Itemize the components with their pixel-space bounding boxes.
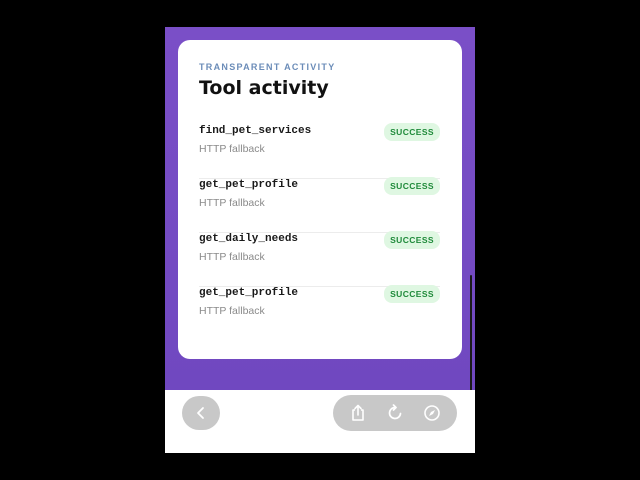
share-icon <box>350 404 366 422</box>
reload-icon <box>386 404 404 422</box>
tool-subtitle: HTTP fallback <box>199 305 265 317</box>
status-badge: SUCCESS <box>384 285 440 303</box>
toolbar-actions <box>333 395 457 431</box>
tool-activity-row: get_pet_profile HTTP fallback SUCCESS <box>199 285 440 341</box>
tool-activity-row: get_pet_profile HTTP fallback SUCCESS <box>199 177 440 233</box>
status-badge: SUCCESS <box>384 177 440 195</box>
reload-button[interactable] <box>381 399 409 427</box>
tool-activity-card: TRANSPARENT ACTIVITY Tool activity find_… <box>178 40 462 359</box>
card-eyebrow: TRANSPARENT ACTIVITY <box>199 62 336 72</box>
compass-icon <box>423 404 441 422</box>
tool-activity-list: find_pet_services HTTP fallback SUCCESS … <box>199 123 440 341</box>
browser-viewport: TRANSPARENT ACTIVITY Tool activity find_… <box>165 27 475 453</box>
tool-name: get_pet_profile <box>199 287 299 299</box>
compass-button[interactable] <box>418 399 446 427</box>
tool-name: find_pet_services <box>199 125 312 137</box>
tool-subtitle: HTTP fallback <box>199 251 265 263</box>
tool-subtitle: HTTP fallback <box>199 197 265 209</box>
status-badge: SUCCESS <box>384 231 440 249</box>
tool-subtitle: HTTP fallback <box>199 143 265 155</box>
browser-toolbar <box>165 390 475 453</box>
tool-activity-row: find_pet_services HTTP fallback SUCCESS <box>199 123 440 179</box>
back-button[interactable] <box>182 396 220 430</box>
card-title: Tool activity <box>199 77 329 99</box>
tool-name: get_pet_profile <box>199 179 299 191</box>
page-content: TRANSPARENT ACTIVITY Tool activity find_… <box>165 27 475 390</box>
status-badge: SUCCESS <box>384 123 440 141</box>
scrollbar[interactable] <box>470 275 472 391</box>
chevron-left-icon <box>195 406 207 420</box>
tool-activity-row: get_daily_needs HTTP fallback SUCCESS <box>199 231 440 287</box>
tool-name: get_daily_needs <box>199 233 299 245</box>
share-button[interactable] <box>344 399 372 427</box>
